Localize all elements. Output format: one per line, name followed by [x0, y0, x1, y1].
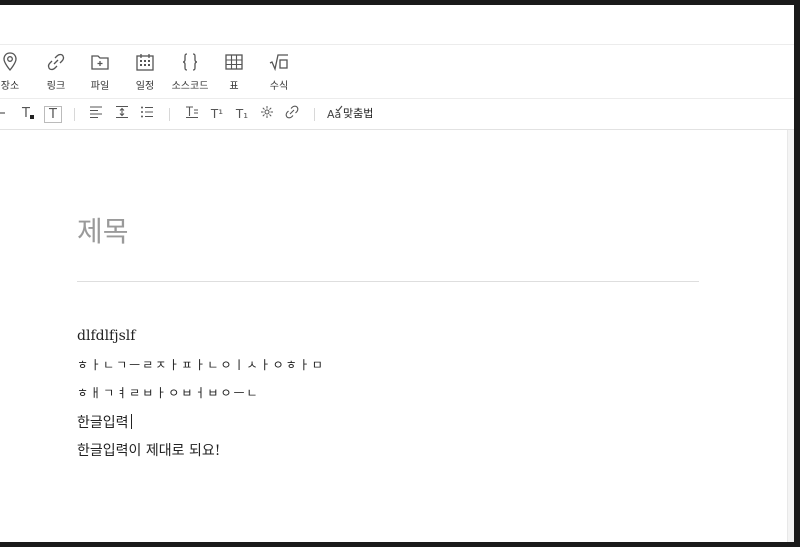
title-divider — [77, 281, 699, 282]
font-size-control[interactable] — [0, 105, 8, 123]
body-paragraph[interactable]: dlfdlfjslf — [77, 328, 135, 344]
text-color-icon: T — [22, 106, 30, 121]
calendar-icon — [136, 54, 154, 71]
top-bar — [0, 5, 794, 45]
toolbar-table-label: 표 — [229, 81, 239, 92]
toolbar-formula-button[interactable]: 수식 — [261, 51, 297, 92]
spellcheck-label: 맞춤법 — [343, 107, 374, 120]
font-size-icon — [0, 112, 5, 114]
bullet-list-icon — [141, 106, 153, 118]
toolbar-file-label: 파일 — [90, 81, 110, 92]
line-spacing-icon — [116, 105, 128, 119]
toolbar-schedule-button[interactable]: 일정 — [127, 51, 163, 92]
align-left-button[interactable] — [88, 105, 104, 123]
body-paragraph[interactable]: 한글입력이 제대로 되요! — [77, 440, 220, 460]
code-braces-icon — [182, 53, 198, 71]
editor-window: 장소 링크 파일 일정 소스코드 표 수식 T T T¹ T₁ Aa 맞춤법 제… — [0, 5, 794, 542]
spellcheck-button[interactable]: Aa 맞춤법 — [327, 105, 379, 123]
insert-toolbar: 장소 링크 파일 일정 소스코드 표 수식 — [0, 45, 794, 99]
file-add-icon — [91, 55, 109, 70]
separator — [74, 108, 75, 121]
align-left-icon — [90, 106, 102, 119]
special-character-button[interactable] — [259, 105, 275, 123]
text-format-icon — [186, 106, 198, 119]
strikethrough-button[interactable] — [184, 105, 200, 123]
body-paragraph-text: 한글입력 — [77, 415, 129, 431]
toolbar-schedule-label: 일정 — [135, 81, 155, 92]
text-color-button[interactable]: T — [18, 105, 38, 123]
link-icon — [47, 53, 65, 71]
spellcheck-icon: Aa — [327, 105, 343, 121]
subscript-icon: T₁ — [235, 107, 249, 121]
title-input[interactable]: 제목 — [77, 210, 129, 250]
toolbar-file-button[interactable]: 파일 — [82, 51, 118, 92]
special-character-icon — [261, 106, 273, 118]
line-spacing-button[interactable] — [114, 105, 130, 123]
insert-link-button[interactable] — [284, 105, 300, 123]
table-icon — [225, 54, 243, 70]
body-paragraph-current[interactable]: 한글입력 — [77, 412, 132, 432]
toolbar-link-button[interactable]: 링크 — [38, 51, 74, 92]
toolbar-sourcecode-button[interactable]: 소스코드 — [168, 51, 212, 92]
body-paragraph[interactable]: ㅎㅐㄱㅕㄹㅂㅏㅇㅂㅓㅂㅇㅡㄴ — [77, 384, 260, 401]
editor-area[interactable]: 제목 dlfdlfjslf ㅎㅏㄴㄱㅡㄹㅈㅏㅍㅏㄴㅇㅣㅅㅏㅇㅎㅏㅁ ㅎㅐㄱㅕㄹㅂ… — [0, 130, 788, 542]
superscript-icon: T¹ — [210, 107, 224, 121]
scrollbar-track[interactable] — [787, 130, 794, 542]
location-pin-icon — [3, 52, 17, 71]
text-background-button[interactable]: T — [44, 106, 62, 123]
toolbar-place-label: 장소 — [0, 81, 20, 92]
formula-icon — [269, 54, 288, 72]
bullet-list-button[interactable] — [139, 105, 155, 123]
toolbar-table-button[interactable]: 표 — [216, 51, 252, 92]
toolbar-link-label: 링크 — [46, 81, 66, 92]
text-cursor — [130, 414, 132, 429]
toolbar-formula-label: 수식 — [269, 81, 289, 92]
toolbar-sourcecode-label: 소스코드 — [171, 81, 209, 92]
link-icon — [285, 105, 299, 119]
superscript-button[interactable]: T¹ — [208, 105, 226, 123]
subscript-button[interactable]: T₁ — [233, 105, 251, 123]
toolbar-place-button[interactable]: 장소 — [0, 51, 28, 92]
color-swatch — [29, 115, 34, 119]
format-toolbar: T T T¹ T₁ Aa 맞춤법 — [0, 99, 794, 130]
body-paragraph[interactable]: ㅎㅏㄴㄱㅡㄹㅈㅏㅍㅏㄴㅇㅣㅅㅏㅇㅎㅏㅁ — [77, 356, 325, 373]
text-background-icon: T — [49, 107, 57, 122]
separator — [169, 108, 170, 121]
separator — [314, 108, 315, 121]
